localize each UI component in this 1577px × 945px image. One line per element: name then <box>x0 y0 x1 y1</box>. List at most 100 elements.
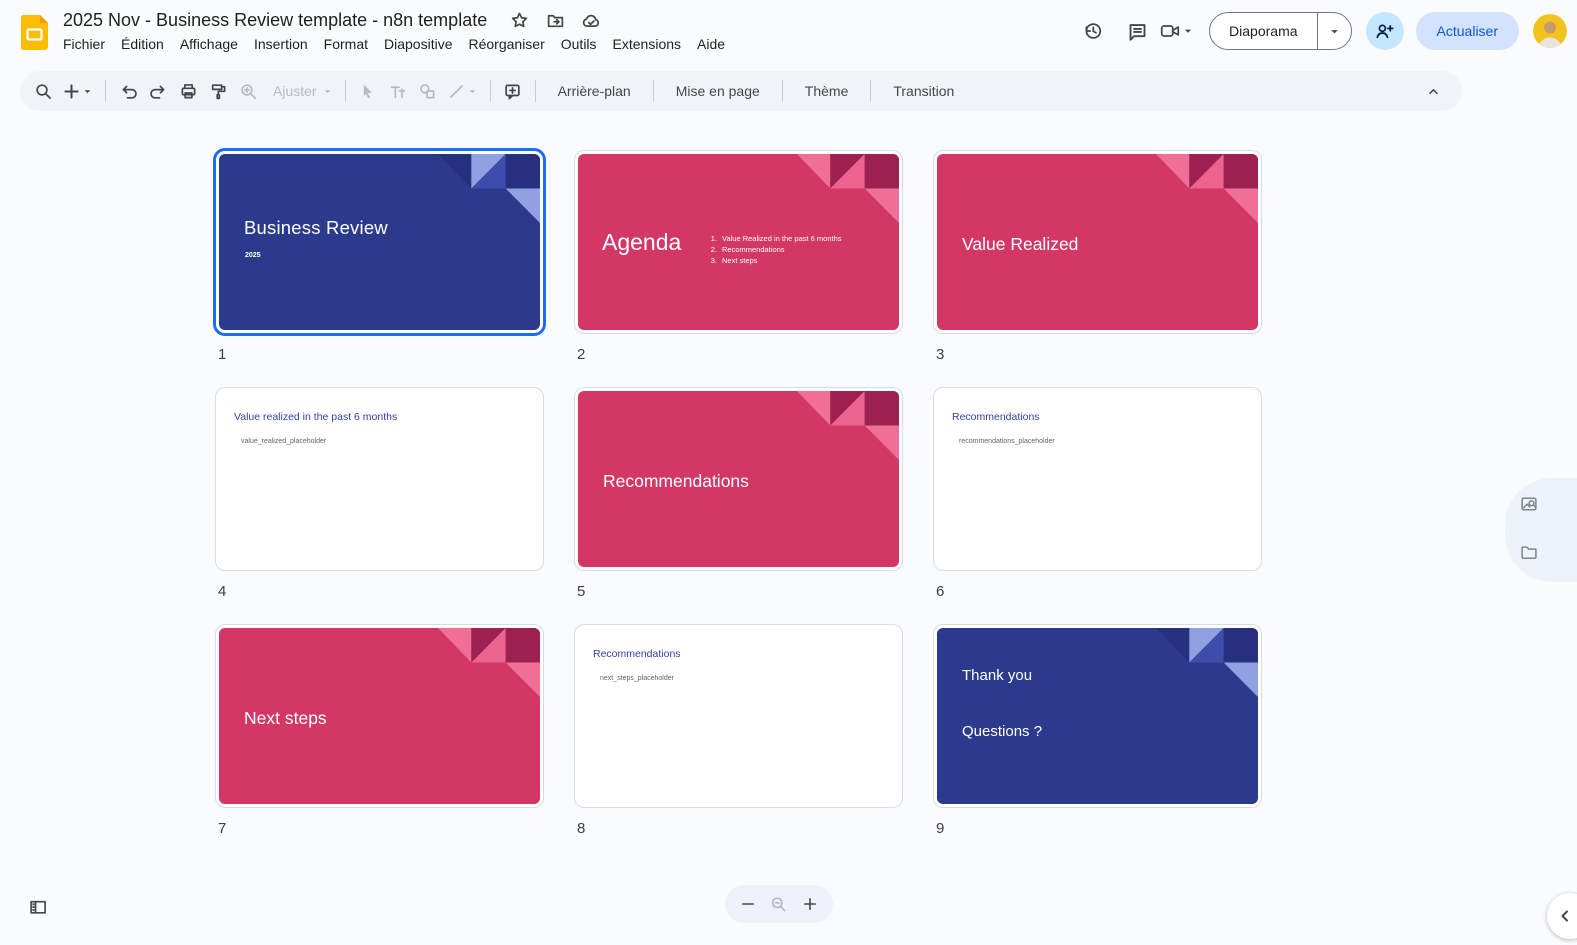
folder-icon[interactable] <box>1515 538 1543 566</box>
menu-bar: Fichier Édition Affichage Insertion Format Di… <box>55 33 733 55</box>
present-button[interactable]: Diaporama <box>1210 13 1318 49</box>
comment-add-icon[interactable] <box>498 75 528 107</box>
paint-format-icon[interactable] <box>203 75 233 107</box>
slide-thumbnail-5[interactable]: Recommendations <box>575 388 902 570</box>
present-split-button: Diaporama <box>1209 12 1352 50</box>
menu-item-format[interactable]: Format <box>316 33 376 55</box>
agenda-item-text: Next steps <box>722 256 758 265</box>
zoom-out-icon[interactable] <box>735 891 761 917</box>
undo-icon[interactable] <box>113 75 143 107</box>
fit-zoom-select[interactable]: Ajuster <box>263 75 338 107</box>
share-icon[interactable] <box>1365 12 1404 50</box>
slide-number: 1 <box>218 346 227 363</box>
caret-icon <box>1184 29 1192 33</box>
menu-item-insertion[interactable]: Insertion <box>246 33 316 55</box>
slides-app-icon[interactable] <box>21 15 48 50</box>
divider <box>489 80 491 102</box>
present-options-caret[interactable] <box>1318 13 1351 49</box>
menu-item-edition[interactable]: Édition <box>113 33 172 55</box>
corner-decoration <box>797 391 899 460</box>
slide-canvas: Agenda 1. Value Realized in the past 6 mon… <box>578 154 899 330</box>
slide-canvas: Recommendations <box>578 391 899 567</box>
menu-item-outils[interactable]: Outils <box>553 33 605 55</box>
comments-icon[interactable] <box>1115 9 1159 53</box>
grid-toggle-icon[interactable] <box>26 895 50 919</box>
slide-thumbnail-8[interactable]: Recommendations next_steps_placeholder <box>575 625 902 807</box>
slide-title: Recommendations <box>603 471 749 491</box>
menu-item-extensions[interactable]: Extensions <box>605 33 689 55</box>
menu-item-affichage[interactable]: Affichage <box>172 33 246 55</box>
slide-canvas: Recommendations recommendations_placehold… <box>937 391 1258 567</box>
search-icon[interactable] <box>28 75 58 107</box>
slide-thumbnail-2[interactable]: Agenda 1. Value Realized in the past 6 mon… <box>575 151 902 333</box>
slide-cell: Recommendations next_steps_placeholder 8 <box>575 625 902 838</box>
slide-cell: Recommendations recommendations_placehold… <box>934 388 1261 601</box>
divider <box>781 80 783 102</box>
move-icon[interactable] <box>545 11 565 31</box>
app-header: 2025 Nov - Business Review template - n8… <box>0 0 1577 66</box>
redo-icon[interactable] <box>143 75 173 107</box>
slide-thumbnail-7[interactable]: Next steps <box>216 625 543 807</box>
menu-item-aide[interactable]: Aide <box>689 33 733 55</box>
shape-icon[interactable] <box>413 75 443 107</box>
slide-thumbnail-9[interactable]: Thank you Questions ? <box>934 625 1261 807</box>
slide-number: 7 <box>218 820 227 837</box>
divider <box>344 80 346 102</box>
divider <box>534 80 536 102</box>
slide-thumbnail-6[interactable]: Recommendations recommendations_placehold… <box>934 388 1261 570</box>
slide-thumbnail-3[interactable]: Value Realized <box>934 151 1261 333</box>
header-actions: Diaporama Actualiser <box>1071 9 1567 53</box>
zoom-plus-icon[interactable] <box>797 891 823 917</box>
layout-button[interactable]: Mise en page <box>661 75 775 107</box>
background-button[interactable]: Arrière-plan <box>543 75 646 107</box>
slide-cell: Next steps 7 <box>216 625 543 838</box>
slide-thumbnail-1[interactable]: Business Review 2025 <box>216 151 543 333</box>
slide-title: Agenda <box>602 229 682 255</box>
slide-cell: Thank you Questions ? 9 <box>934 625 1261 838</box>
image-search-icon[interactable] <box>1515 490 1543 518</box>
corner-decoration <box>1156 628 1258 697</box>
slide-cell: Agenda 1. Value Realized in the past 6 mon… <box>575 151 902 364</box>
menu-item-reorganiser[interactable]: Réorganiser <box>460 33 552 55</box>
refresh-button[interactable]: Actualiser <box>1415 12 1519 50</box>
transition-button[interactable]: Transition <box>878 75 969 107</box>
slide-title: Thank you <box>962 667 1033 684</box>
panel-collapse-icon[interactable] <box>1547 893 1577 939</box>
slide-thumbnail-4[interactable]: Value realized in the past 6 months value… <box>216 388 543 570</box>
slide-grid: Business Review 2025 1 Agenda 1. Value Realiz… <box>216 151 1261 838</box>
agenda-item-text: Recommendations <box>722 245 785 254</box>
slide-title: Recommendations <box>593 648 681 660</box>
toolbar-collapse-icon[interactable] <box>1418 75 1448 107</box>
zoom-in-icon[interactable] <box>233 75 263 107</box>
caret-icon <box>469 89 475 93</box>
slide-body-placeholder: next_steps_placeholder <box>600 675 674 682</box>
new-slide-icon[interactable] <box>58 75 98 107</box>
theme-button[interactable]: Thème <box>790 75 864 107</box>
slide-number: 3 <box>936 346 945 363</box>
agenda-item-text: Value Realized in the past 6 months <box>722 234 842 243</box>
text-icon[interactable] <box>383 75 413 107</box>
corner-decoration <box>438 628 540 697</box>
slide-number: 6 <box>936 583 945 600</box>
menu-item-diapositive[interactable]: Diapositive <box>376 33 460 55</box>
version-history-icon[interactable] <box>1071 9 1115 53</box>
toolbar: Ajuster Arrière-plan Mise en page Thème … <box>20 71 1462 111</box>
slide-body-placeholder: recommendations_placeholder <box>959 438 1055 445</box>
avatar[interactable] <box>1533 14 1567 48</box>
document-title[interactable]: 2025 Nov - Business Review template - n8… <box>63 10 487 31</box>
select-icon[interactable] <box>353 75 383 107</box>
agenda-item: 3. Next steps <box>706 255 842 266</box>
slide-canvas: Value realized in the past 6 months value… <box>219 391 540 567</box>
slide-body-placeholder: value_realized_placeholder <box>241 438 327 445</box>
agenda-list: 1. Value Realized in the past 6 months 2. R… <box>706 233 842 266</box>
slide-cell: Business Review 2025 1 <box>216 151 543 364</box>
slide-canvas: Business Review 2025 <box>219 154 540 330</box>
camera-icon[interactable] <box>1159 20 1195 42</box>
print-icon[interactable] <box>173 75 203 107</box>
star-icon[interactable] <box>509 11 529 31</box>
zoom-reset-icon[interactable] <box>766 891 792 917</box>
fit-zoom-label: Ajuster <box>273 83 317 99</box>
cloud-icon[interactable] <box>581 11 601 31</box>
menu-item-fichier[interactable]: Fichier <box>55 33 113 55</box>
line-icon[interactable] <box>443 75 483 107</box>
